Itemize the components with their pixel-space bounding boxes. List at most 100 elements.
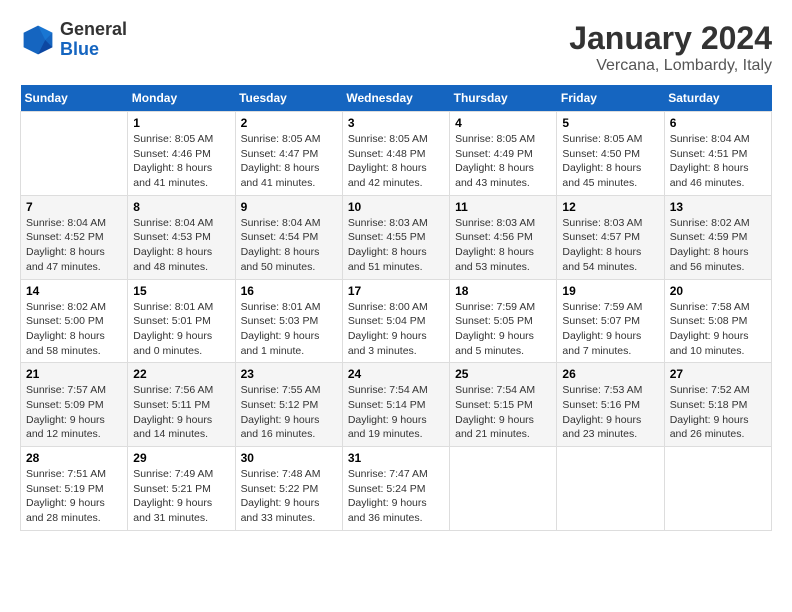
day-info: Sunrise: 7:49 AMSunset: 5:21 PMDaylight:… [133, 467, 229, 526]
logo: General Blue [20, 20, 127, 60]
day-number: 17 [348, 284, 444, 298]
day-number: 19 [562, 284, 658, 298]
day-info: Sunrise: 7:58 AMSunset: 5:08 PMDaylight:… [670, 300, 766, 359]
day-info: Sunrise: 8:04 AMSunset: 4:54 PMDaylight:… [241, 216, 337, 275]
calendar-cell: 1 Sunrise: 8:05 AMSunset: 4:46 PMDaylight… [128, 112, 235, 196]
calendar-cell: 6Sunrise: 8:04 AMSunset: 4:51 PMDaylight… [664, 112, 771, 196]
calendar-cell: 21 Sunrise: 7:57 AMSunset: 5:09 PMDayligh… [21, 363, 128, 447]
location: Vercana, Lombardy, Italy [569, 57, 772, 75]
day-info: Sunrise: 8:03 AMSunset: 4:57 PMDaylight:… [562, 216, 658, 275]
day-info: Sunrise: 8:05 AMSunset: 4:47 PMDaylight:… [241, 132, 337, 191]
weekday-header: Thursday [450, 85, 557, 112]
weekday-header: Wednesday [342, 85, 449, 112]
calendar-cell: 25 Sunrise: 7:54 AMSunset: 5:15 PMDayligh… [450, 363, 557, 447]
day-info: Sunrise: 7:54 AMSunset: 5:15 PMDaylight:… [455, 383, 551, 442]
day-number: 11 [455, 200, 551, 214]
weekday-header: Saturday [664, 85, 771, 112]
day-info: Sunrise: 8:04 AMSunset: 4:53 PMDaylight:… [133, 216, 229, 275]
day-info: Sunrise: 7:59 AMSunset: 5:05 PMDaylight:… [455, 300, 551, 359]
day-number: 15 [133, 284, 229, 298]
day-number: 12 [562, 200, 658, 214]
calendar-cell [450, 447, 557, 531]
calendar-cell: 31 Sunrise: 7:47 AMSunset: 5:24 PMDayligh… [342, 447, 449, 531]
calendar-cell: 24Sunrise: 7:54 AMSunset: 5:14 PMDayligh… [342, 363, 449, 447]
calendar-cell: 14 Sunrise: 8:02 AMSunset: 5:00 PMDayligh… [21, 279, 128, 363]
calendar-cell: 9Sunrise: 8:04 AMSunset: 4:54 PMDaylight… [235, 195, 342, 279]
calendar-cell: 12 Sunrise: 8:03 AMSunset: 4:57 PMDayligh… [557, 195, 664, 279]
day-info: Sunrise: 8:01 AMSunset: 5:01 PMDaylight:… [133, 300, 229, 359]
calendar-cell: 20 Sunrise: 7:58 AMSunset: 5:08 PMDayligh… [664, 279, 771, 363]
calendar-cell: 10Sunrise: 8:03 AMSunset: 4:55 PMDayligh… [342, 195, 449, 279]
calendar-week-row: 14 Sunrise: 8:02 AMSunset: 5:00 PMDayligh… [21, 279, 772, 363]
calendar-week-row: 7 Sunrise: 8:04 AMSunset: 4:52 PMDaylight… [21, 195, 772, 279]
calendar-cell: 4 Sunrise: 8:05 AMSunset: 4:49 PMDaylight… [450, 112, 557, 196]
weekday-header: Monday [128, 85, 235, 112]
day-number: 20 [670, 284, 766, 298]
day-number: 14 [26, 284, 122, 298]
day-number: 13 [670, 200, 766, 214]
weekday-header: Sunday [21, 85, 128, 112]
title-block: January 2024 Vercana, Lombardy, Italy [569, 20, 772, 75]
day-info: Sunrise: 7:47 AMSunset: 5:24 PMDaylight:… [348, 467, 444, 526]
day-number: 3 [348, 116, 444, 130]
calendar-cell: 11Sunrise: 8:03 AMSunset: 4:56 PMDayligh… [450, 195, 557, 279]
day-number: 25 [455, 367, 551, 381]
day-info: Sunrise: 8:05 AMSunset: 4:49 PMDaylight:… [455, 132, 551, 191]
calendar-cell [557, 447, 664, 531]
day-number: 8 [133, 200, 229, 214]
weekday-header: Friday [557, 85, 664, 112]
calendar-cell: 7 Sunrise: 8:04 AMSunset: 4:52 PMDaylight… [21, 195, 128, 279]
day-info: Sunrise: 8:05 AMSunset: 4:50 PMDaylight:… [562, 132, 658, 191]
calendar-week-row: 28Sunrise: 7:51 AMSunset: 5:19 PMDayligh… [21, 447, 772, 531]
day-info: Sunrise: 7:53 AMSunset: 5:16 PMDaylight:… [562, 383, 658, 442]
calendar-cell: 8 Sunrise: 8:04 AMSunset: 4:53 PMDaylight… [128, 195, 235, 279]
calendar-week-row: 21 Sunrise: 7:57 AMSunset: 5:09 PMDayligh… [21, 363, 772, 447]
month-title: January 2024 [569, 20, 772, 57]
day-number: 22 [133, 367, 229, 381]
day-number: 28 [26, 451, 122, 465]
day-number: 23 [241, 367, 337, 381]
day-info: Sunrise: 7:48 AMSunset: 5:22 PMDaylight:… [241, 467, 337, 526]
logo-general: General [60, 20, 127, 40]
day-number: 27 [670, 367, 766, 381]
calendar-cell: 2 Sunrise: 8:05 AMSunset: 4:47 PMDaylight… [235, 112, 342, 196]
calendar-cell: 28Sunrise: 7:51 AMSunset: 5:19 PMDayligh… [21, 447, 128, 531]
day-info: Sunrise: 7:55 AMSunset: 5:12 PMDaylight:… [241, 383, 337, 442]
calendar-table: SundayMondayTuesdayWednesdayThursdayFrid… [20, 85, 772, 531]
day-number: 24 [348, 367, 444, 381]
calendar-cell: 17Sunrise: 8:00 AMSunset: 5:04 PMDayligh… [342, 279, 449, 363]
day-number: 21 [26, 367, 122, 381]
logo-text: General Blue [60, 20, 127, 60]
day-number: 4 [455, 116, 551, 130]
day-info: Sunrise: 8:02 AMSunset: 4:59 PMDaylight:… [670, 216, 766, 275]
day-number: 29 [133, 451, 229, 465]
day-number: 2 [241, 116, 337, 130]
day-number: 16 [241, 284, 337, 298]
calendar-cell: 13 Sunrise: 8:02 AMSunset: 4:59 PMDayligh… [664, 195, 771, 279]
day-info: Sunrise: 7:57 AMSunset: 5:09 PMDaylight:… [26, 383, 122, 442]
calendar-cell: 18 Sunrise: 7:59 AMSunset: 5:05 PMDayligh… [450, 279, 557, 363]
day-number: 5 [562, 116, 658, 130]
day-info: Sunrise: 7:52 AMSunset: 5:18 PMDaylight:… [670, 383, 766, 442]
day-info: Sunrise: 8:05 AMSunset: 4:46 PMDaylight:… [133, 132, 229, 191]
calendar-cell: 15 Sunrise: 8:01 AMSunset: 5:01 PMDayligh… [128, 279, 235, 363]
day-number: 31 [348, 451, 444, 465]
calendar-cell: 23 Sunrise: 7:55 AMSunset: 5:12 PMDayligh… [235, 363, 342, 447]
day-number: 6 [670, 116, 766, 130]
day-number: 18 [455, 284, 551, 298]
day-number: 30 [241, 451, 337, 465]
calendar-cell: 5 Sunrise: 8:05 AMSunset: 4:50 PMDaylight… [557, 112, 664, 196]
day-number: 26 [562, 367, 658, 381]
day-number: 1 [133, 116, 229, 130]
day-number: 7 [26, 200, 122, 214]
calendar-cell: 16Sunrise: 8:01 AMSunset: 5:03 PMDayligh… [235, 279, 342, 363]
logo-icon [20, 22, 56, 58]
day-info: Sunrise: 8:04 AMSunset: 4:52 PMDaylight:… [26, 216, 122, 275]
calendar-cell [21, 112, 128, 196]
day-info: Sunrise: 8:02 AMSunset: 5:00 PMDaylight:… [26, 300, 122, 359]
weekday-header-row: SundayMondayTuesdayWednesdayThursdayFrid… [21, 85, 772, 112]
day-info: Sunrise: 7:56 AMSunset: 5:11 PMDaylight:… [133, 383, 229, 442]
calendar-cell: 3Sunrise: 8:05 AMSunset: 4:48 PMDaylight… [342, 112, 449, 196]
calendar-cell [664, 447, 771, 531]
calendar-cell: 27 Sunrise: 7:52 AMSunset: 5:18 PMDayligh… [664, 363, 771, 447]
